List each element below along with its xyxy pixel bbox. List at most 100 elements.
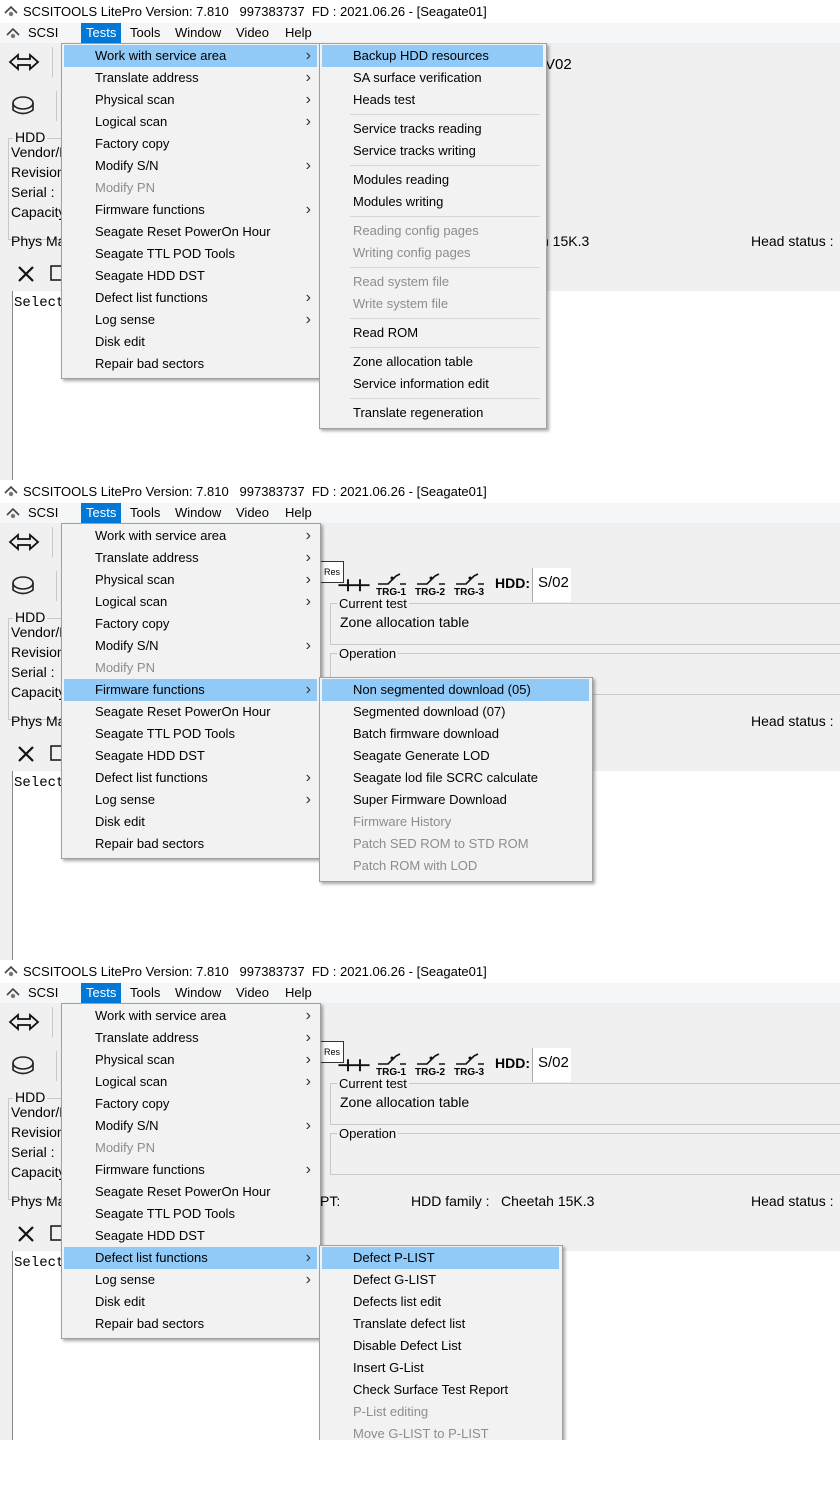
submenu-item[interactable]: Batch firmware download (322, 723, 589, 745)
submenu-item[interactable]: Check Surface Test Report (322, 1379, 559, 1401)
trigger-2-button[interactable]: TRG-2 (413, 1051, 449, 1081)
tests-menu-item[interactable]: Factory copy (64, 613, 317, 635)
submenu-item[interactable]: Patch ROM with LOD (322, 855, 589, 877)
submenu-item[interactable]: Firmware History (322, 811, 589, 833)
tests-menu-item[interactable]: Physical scan › (64, 89, 317, 111)
connect-toolbar-button[interactable] (6, 531, 46, 557)
menu-tests[interactable]: Tests (81, 503, 122, 523)
tests-menu-item[interactable]: Defect list functions › (64, 767, 317, 789)
system-menu-icon[interactable] (6, 26, 20, 40)
tests-menu-item[interactable]: Seagate Reset PowerOn Hour (64, 221, 317, 243)
tests-menu-item[interactable]: Physical scan › (64, 569, 317, 591)
tests-menu-item[interactable]: Work with service area › (64, 45, 317, 67)
tests-menu-item[interactable]: Logical scan › (64, 591, 317, 613)
menu-tools[interactable]: Tools (125, 503, 165, 523)
tests-menu-item[interactable]: Seagate TTL POD Tools (64, 723, 317, 745)
close-icon[interactable] (16, 264, 36, 290)
hdd-toolbar-button[interactable] (8, 573, 48, 603)
submenu-item[interactable]: Translate regeneration (322, 402, 543, 424)
menu-window[interactable]: Window (170, 983, 226, 1003)
hdd-toolbar-button[interactable] (8, 1053, 48, 1083)
submenu-item[interactable]: Write system file (322, 293, 543, 315)
menu-help[interactable]: Help (280, 23, 317, 43)
trigger-3-button[interactable]: TRG-3 (452, 1051, 488, 1081)
menu-tests[interactable]: Tests (81, 983, 122, 1003)
tests-menu-item[interactable]: Seagate TTL POD Tools (64, 1203, 317, 1225)
submenu-item[interactable]: Service information edit (322, 373, 543, 395)
resources-icon[interactable]: Res (320, 561, 344, 583)
tests-menu-item[interactable]: Seagate Reset PowerOn Hour (64, 701, 317, 723)
menu-tools[interactable]: Tools (125, 983, 165, 1003)
submenu-item[interactable]: Non segmented download (05) (322, 679, 589, 701)
tests-menu-item[interactable]: Modify PN (64, 177, 317, 199)
submenu-item[interactable]: Segmented download (07) (322, 701, 589, 723)
close-icon[interactable] (16, 1224, 36, 1250)
tests-menu-item[interactable]: Defect list functions › (64, 287, 317, 309)
connect-toolbar-button[interactable] (6, 1011, 46, 1037)
tests-menu-item[interactable]: Log sense › (64, 789, 317, 811)
tests-menu-item[interactable]: Seagate Reset PowerOn Hour (64, 1181, 317, 1203)
tests-menu-item[interactable]: Log sense › (64, 309, 317, 331)
submenu-item[interactable]: Service tracks writing (322, 140, 543, 162)
tests-menu-item[interactable]: Translate address › (64, 547, 317, 569)
submenu-item[interactable]: Writing config pages (322, 242, 543, 264)
tests-menu-item[interactable]: Disk edit (64, 1291, 317, 1313)
submenu-item[interactable]: Super Firmware Download (322, 789, 589, 811)
tests-menu-item[interactable]: Modify S/N › (64, 635, 317, 657)
tests-menu-item[interactable]: Logical scan › (64, 1071, 317, 1093)
hdd-toolbar-button[interactable] (8, 93, 48, 123)
menu-window[interactable]: Window (170, 23, 226, 43)
tests-menu-item[interactable]: Repair bad sectors (64, 833, 317, 855)
trigger-3-button[interactable]: TRG-3 (452, 571, 488, 601)
submenu-item[interactable]: Modules reading (322, 169, 543, 191)
resources-icon[interactable]: Res (320, 1041, 344, 1063)
tests-menu-item[interactable]: Work with service area › (64, 1005, 317, 1027)
tests-menu-item[interactable]: Translate address › (64, 67, 317, 89)
tests-menu-item[interactable]: Work with service area › (64, 525, 317, 547)
menu-tools[interactable]: Tools (125, 23, 165, 43)
tests-menu-item[interactable]: Repair bad sectors (64, 1313, 317, 1335)
tests-menu-item[interactable]: Modify PN (64, 657, 317, 679)
submenu-item[interactable]: SA surface verification (322, 67, 543, 89)
submenu-item[interactable]: Seagate Generate LOD (322, 745, 589, 767)
tests-menu-item[interactable]: Firmware functions › (64, 679, 317, 701)
menu-video[interactable]: Video (231, 983, 274, 1003)
tests-menu-item[interactable]: Factory copy (64, 1093, 317, 1115)
submenu-item[interactable]: Translate defect list (322, 1313, 559, 1335)
submenu-item[interactable]: Move G-LIST to P-LIST (322, 1423, 559, 1440)
submenu-item[interactable]: Service tracks reading (322, 118, 543, 140)
tests-menu-item[interactable]: Factory copy (64, 133, 317, 155)
system-menu-icon[interactable] (6, 506, 20, 520)
submenu-item[interactable]: Disable Defect List (322, 1335, 559, 1357)
tests-menu-item[interactable]: Disk edit (64, 331, 317, 353)
tests-menu-item[interactable]: Physical scan › (64, 1049, 317, 1071)
tests-menu-item[interactable]: Repair bad sectors (64, 353, 317, 375)
submenu-item[interactable]: Seagate lod file SCRC calculate (322, 767, 589, 789)
close-icon[interactable] (16, 744, 36, 770)
submenu-item[interactable]: Read system file (322, 271, 543, 293)
menu-scsi[interactable]: SCSI (23, 23, 63, 43)
submenu-item[interactable]: Defects list edit (322, 1291, 559, 1313)
system-menu-icon[interactable] (6, 986, 20, 1000)
submenu-item[interactable]: Insert G-List (322, 1357, 559, 1379)
tests-menu-item[interactable]: Seagate TTL POD Tools (64, 243, 317, 265)
menu-video[interactable]: Video (231, 503, 274, 523)
tests-menu-item[interactable]: Translate address › (64, 1027, 317, 1049)
tests-menu-item[interactable]: Seagate HDD DST (64, 1225, 317, 1247)
submenu-item[interactable]: Modules writing (322, 191, 543, 213)
tests-menu-item[interactable]: Modify PN (64, 1137, 317, 1159)
tests-menu-item[interactable]: Log sense › (64, 1269, 317, 1291)
submenu-item[interactable]: Defect G-LIST (322, 1269, 559, 1291)
menu-help[interactable]: Help (280, 983, 317, 1003)
submenu-item[interactable]: Defect P-LIST (322, 1247, 559, 1269)
tests-menu-item[interactable]: Logical scan › (64, 111, 317, 133)
connect-toolbar-button[interactable] (6, 51, 46, 77)
submenu-item[interactable]: Read ROM (322, 322, 543, 344)
menu-window[interactable]: Window (170, 503, 226, 523)
menu-help[interactable]: Help (280, 503, 317, 523)
menu-tests[interactable]: Tests (81, 23, 122, 43)
tests-menu-item[interactable]: Seagate HDD DST (64, 745, 317, 767)
tests-menu-item[interactable]: Modify S/N › (64, 1115, 317, 1137)
submenu-item[interactable]: P-List editing (322, 1401, 559, 1423)
menu-scsi[interactable]: SCSI (23, 983, 63, 1003)
